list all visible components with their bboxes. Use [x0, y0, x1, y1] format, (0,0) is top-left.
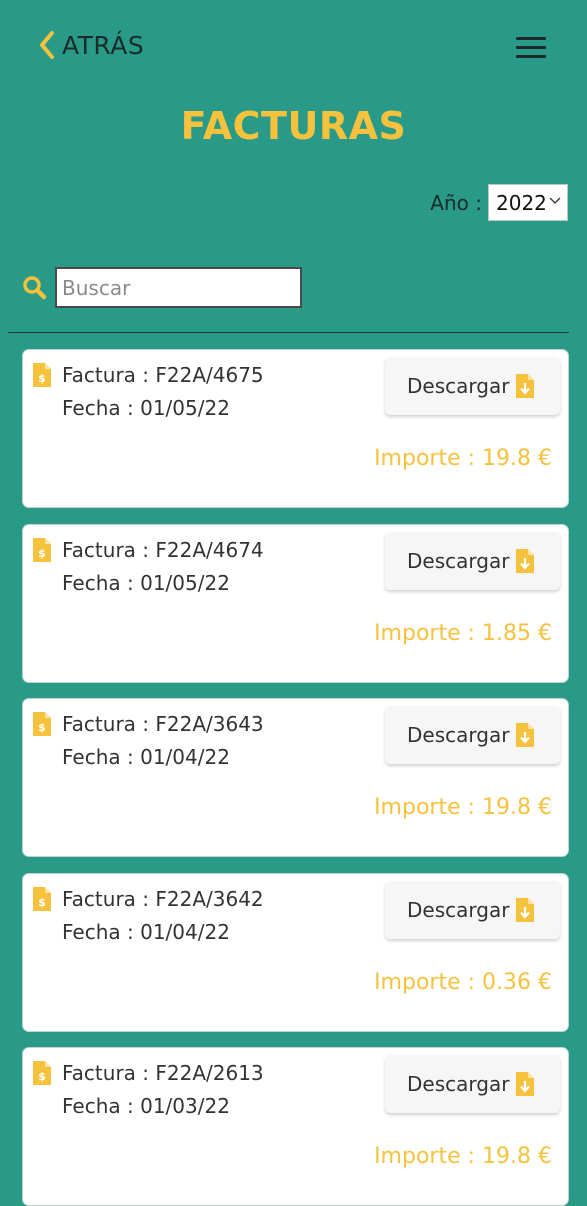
invoice-number: Factura : F22A/3642: [62, 887, 264, 911]
chevron-left-icon: [40, 31, 54, 59]
invoice-date: Fecha : 01/04/22: [62, 920, 230, 944]
chevron-down-icon: [549, 197, 561, 204]
search-input[interactable]: [55, 267, 302, 308]
back-button[interactable]: ATRÁS: [38, 30, 144, 60]
divider: [8, 332, 569, 333]
file-download-icon: [516, 549, 534, 573]
svg-text:$: $: [38, 896, 46, 909]
invoice-amount: Importe : 19.8 €: [374, 795, 552, 820]
invoice-number: Factura : F22A/2613: [62, 1061, 264, 1085]
svg-text:$: $: [38, 721, 46, 734]
invoice-number: Factura : F22A/4674: [62, 538, 264, 562]
download-button[interactable]: Descargar: [385, 881, 560, 939]
invoice-date: Fecha : 01/05/22: [62, 396, 230, 420]
invoice-card: $ Factura : F22A/4674 Fecha : 01/05/22 D…: [22, 524, 569, 683]
invoice-card: $ Factura : F22A/3642 Fecha : 01/04/22 D…: [22, 873, 569, 1032]
invoice-card: $ Factura : F22A/3643 Fecha : 01/04/22 D…: [22, 698, 569, 857]
search-bar: [22, 267, 302, 308]
download-label: Descargar: [407, 549, 510, 573]
invoice-document-icon: $: [33, 887, 51, 911]
invoice-amount: Importe : 1.85 €: [374, 621, 552, 646]
download-button[interactable]: Descargar: [385, 706, 560, 764]
year-select[interactable]: 2022: [488, 184, 568, 221]
invoice-date: Fecha : 01/05/22: [62, 571, 230, 595]
invoice-date: Fecha : 01/04/22: [62, 745, 230, 769]
file-download-icon: [516, 723, 534, 747]
file-download-icon: [516, 1072, 534, 1096]
invoice-document-icon: $: [33, 712, 51, 736]
file-download-icon: [516, 898, 534, 922]
download-label: Descargar: [407, 898, 510, 922]
svg-text:$: $: [38, 1070, 46, 1083]
invoice-document-icon: $: [33, 538, 51, 562]
svg-text:$: $: [38, 372, 46, 385]
download-label: Descargar: [407, 723, 510, 747]
invoice-amount: Importe : 0.36 €: [374, 970, 552, 995]
year-filter: Año : 2022: [430, 184, 568, 221]
year-select-value: 2022: [496, 190, 547, 215]
page-title: FACTURAS: [180, 104, 407, 148]
invoice-card: $ Factura : F22A/4675 Fecha : 01/05/22 D…: [22, 349, 569, 508]
year-label: Año :: [430, 190, 482, 215]
svg-text:$: $: [38, 547, 46, 560]
download-label: Descargar: [407, 1072, 510, 1096]
file-download-icon: [516, 374, 534, 398]
hamburger-menu-icon[interactable]: [516, 37, 546, 59]
invoice-number: Factura : F22A/4675: [62, 363, 264, 387]
download-label: Descargar: [407, 374, 510, 398]
invoice-date: Fecha : 01/03/22: [62, 1094, 230, 1118]
invoice-number: Factura : F22A/3643: [62, 712, 264, 736]
invoice-amount: Importe : 19.8 €: [374, 1144, 552, 1169]
search-icon: [23, 276, 47, 300]
download-button[interactable]: Descargar: [385, 532, 560, 590]
invoice-document-icon: $: [33, 363, 51, 387]
download-button[interactable]: Descargar: [385, 357, 560, 415]
invoice-card: $ Factura : F22A/2613 Fecha : 01/03/22 D…: [22, 1047, 569, 1206]
back-label: ATRÁS: [62, 30, 145, 60]
download-button[interactable]: Descargar: [385, 1055, 560, 1113]
top-bar: ATRÁS: [0, 0, 587, 95]
invoice-amount: Importe : 19.8 €: [374, 446, 552, 471]
invoice-document-icon: $: [33, 1061, 51, 1085]
